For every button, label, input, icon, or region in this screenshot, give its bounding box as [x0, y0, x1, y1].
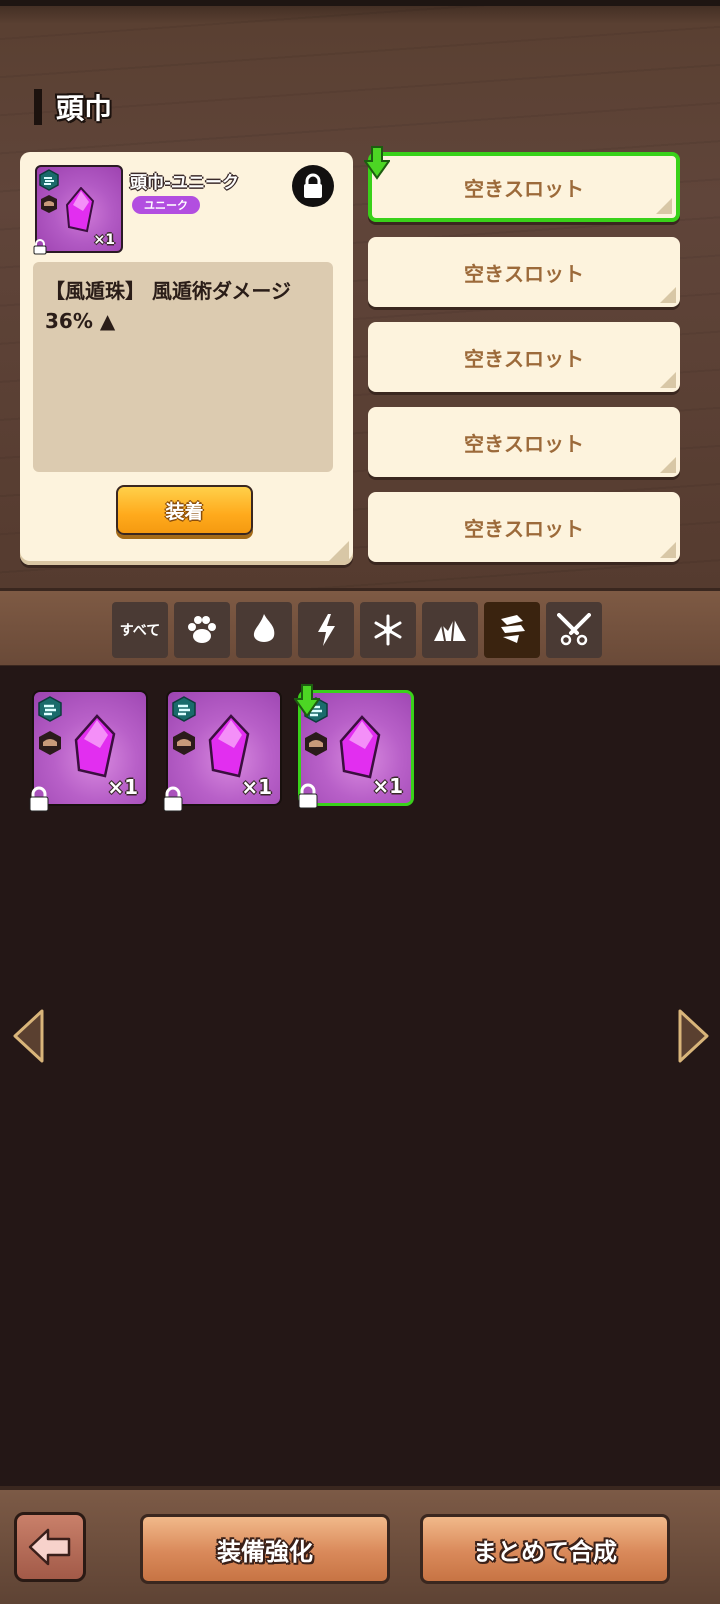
item-detail-card: ×1 頭巾-ユニーク ユニーク 【風遁珠】 風遁術ダメージ 36% ▲ 装着 — [20, 152, 353, 565]
inventory-item[interactable]: ×1 — [29, 690, 148, 812]
equipment-slot-5[interactable]: 空きスロット — [368, 492, 680, 562]
paw-icon — [188, 616, 216, 643]
gem-icon — [74, 714, 116, 778]
tab-paw[interactable] — [174, 602, 230, 658]
down-arrow-indicator-icon — [294, 684, 320, 718]
headband-slot-icon — [305, 732, 327, 756]
back-arrow-icon — [28, 1528, 71, 1566]
headband-slot-icon — [173, 731, 195, 755]
element-filter-tabs: すべて — [0, 588, 720, 669]
tab-wind[interactable] — [484, 602, 540, 658]
item-quantity: ×1 — [107, 775, 138, 799]
inventory-item[interactable]: ×1 — [163, 690, 282, 812]
page-title: 頭巾 — [56, 92, 113, 125]
equipment-slot-2[interactable]: 空きスロット — [368, 237, 680, 307]
equipment-slot-3[interactable]: 空きスロット — [368, 322, 680, 392]
gem-icon — [208, 714, 250, 778]
bottom-action-bar: 装備強化 まとめて合成 — [0, 1486, 720, 1604]
headband-slot-icon — [39, 731, 61, 755]
item-description-box: 【風遁珠】 風遁術ダメージ 36% ▲ — [33, 262, 333, 472]
tab-ice[interactable] — [360, 602, 416, 658]
lightning-icon — [318, 614, 335, 646]
gem-icon — [65, 187, 95, 233]
tab-earth[interactable] — [422, 602, 478, 658]
lock-icon — [298, 783, 318, 809]
headband-slot-icon — [41, 195, 57, 213]
back-button[interactable] — [14, 1512, 86, 1582]
snowflake-icon — [374, 614, 402, 646]
equipment-slot-4[interactable]: 空きスロット — [368, 407, 680, 477]
wind-icon — [501, 615, 525, 643]
wind-element-icon — [39, 169, 59, 191]
bulk-synthesize-button[interactable]: まとめて合成 — [420, 1514, 670, 1584]
previous-page-arrow-icon[interactable] — [12, 1008, 46, 1064]
down-arrow-indicator-icon — [364, 146, 390, 180]
lock-toggle-button[interactable] — [292, 165, 334, 207]
item-quantity: ×1 — [241, 775, 272, 799]
item-quantity: ×1 — [372, 774, 403, 798]
item-quantity: ×1 — [93, 232, 115, 248]
enhance-equipment-button[interactable]: 装備強化 — [140, 1514, 390, 1584]
lock-icon — [29, 786, 49, 812]
lock-icon — [33, 239, 47, 255]
tab-weapon[interactable] — [546, 602, 602, 658]
tab-lightning[interactable] — [298, 602, 354, 658]
item-thumbnail[interactable]: ×1 — [33, 165, 123, 255]
item-description: 【風遁珠】 風遁術ダメージ 36% ▲ — [45, 279, 291, 333]
item-name: 頭巾-ユニーク — [130, 173, 240, 193]
crossed-kunai-icon — [557, 613, 591, 646]
next-page-arrow-icon[interactable] — [676, 1008, 710, 1064]
tab-fire[interactable] — [236, 602, 292, 658]
rarity-badge: ユニーク — [132, 196, 200, 214]
wind-element-icon — [38, 696, 62, 722]
lock-icon — [304, 173, 322, 198]
equip-button[interactable]: 装着 — [116, 485, 253, 535]
tab-all[interactable]: すべて — [112, 602, 168, 658]
equipment-slot-1[interactable]: 空きスロット — [368, 152, 680, 222]
gem-icon — [339, 715, 381, 779]
title-bar-accent — [34, 89, 42, 125]
lock-icon — [163, 786, 183, 812]
wind-element-icon — [172, 696, 196, 722]
section-header: 頭巾 — [34, 88, 112, 126]
fire-icon — [253, 614, 275, 642]
rock-icon — [434, 618, 466, 642]
